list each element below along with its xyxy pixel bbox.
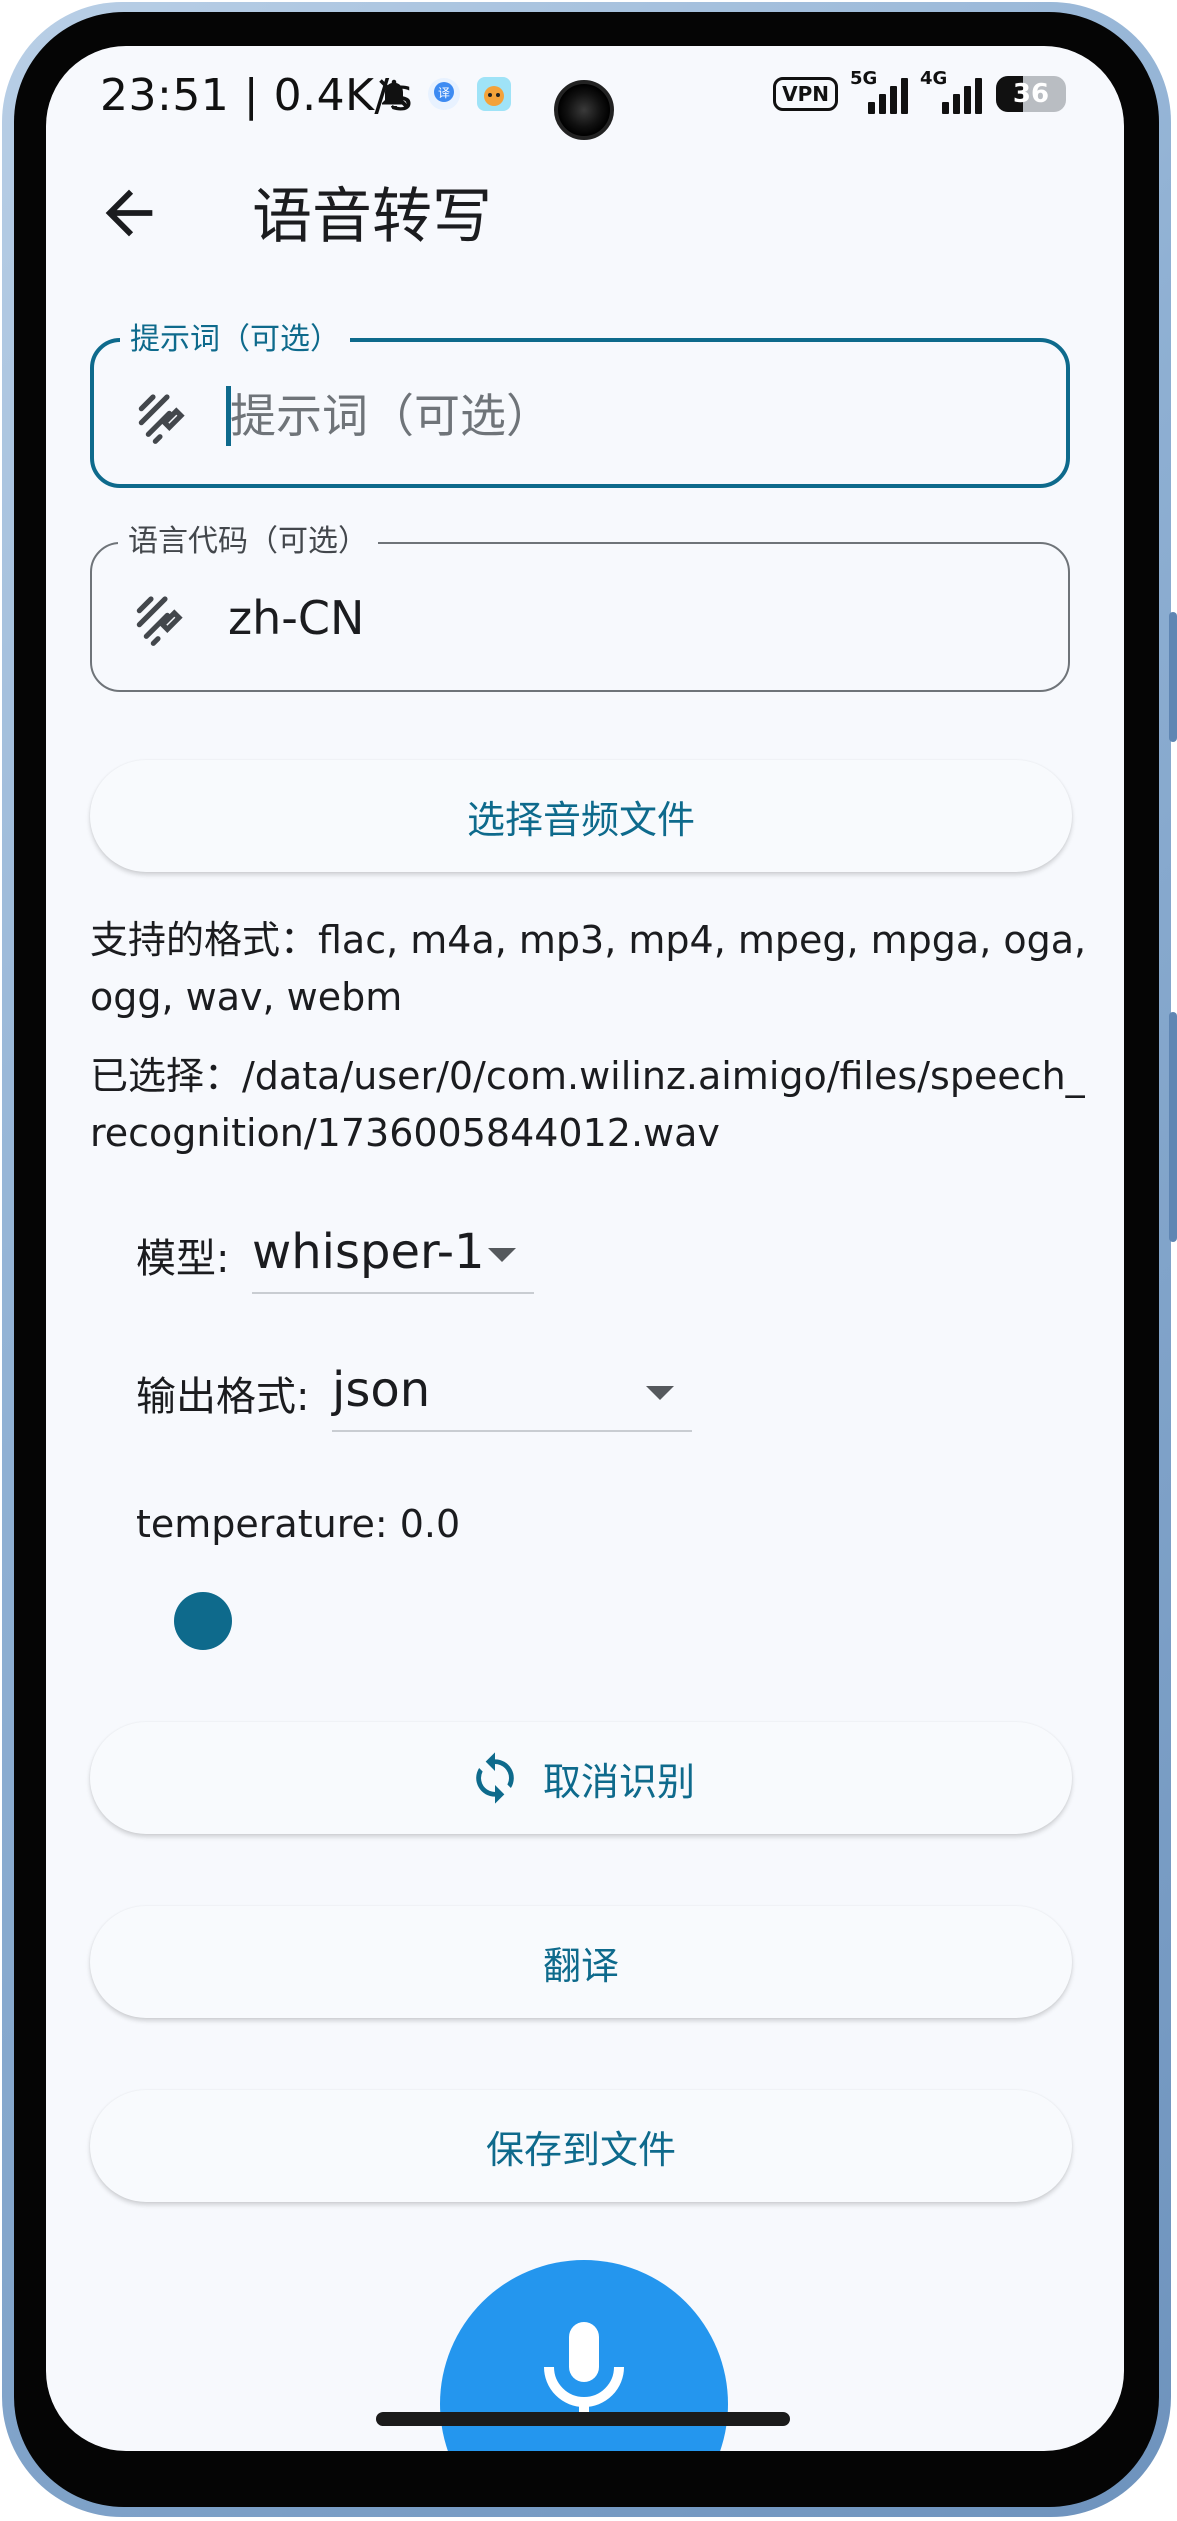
edit-note-icon (136, 596, 183, 646)
temperature-slider-thumb[interactable] (174, 1592, 232, 1650)
translate-button[interactable]: 翻译 (90, 1906, 1072, 2018)
prompt-input[interactable]: 提示词（可选） 提示词（可选） (90, 320, 1070, 488)
home-indicator[interactable] (376, 2412, 790, 2426)
output-format-label: 输出格式: (136, 1374, 310, 1420)
dropdown-arrow-icon (646, 1386, 674, 1400)
page-title: 语音转写 (252, 182, 492, 252)
model-value: whisper-1 (252, 1224, 485, 1280)
translate-label: 翻译 (542, 1943, 619, 1988)
power-button (1169, 1012, 1177, 1242)
status-time: 23:51 | 0.4K/s (100, 70, 414, 121)
arrow-left-icon[interactable] (94, 178, 164, 248)
status-right-icons: VPN 5G 4G 36 (773, 68, 1066, 114)
cat-app-icon (477, 77, 511, 111)
signal-icon: 5G (850, 68, 908, 114)
selected-file-text: 已选择：/data/user/0/com.wilinz.aimigo/files… (90, 1054, 1085, 1155)
model-dropdown[interactable]: whisper-1 (252, 1220, 534, 1294)
front-camera (554, 80, 614, 140)
supported-formats-text: 支持的格式：flac, m4a, mp3, mp4, mpeg, mpga, o… (90, 918, 1087, 1019)
cancel-recognition-button[interactable]: 取消识别 (90, 1722, 1072, 1834)
signal-icon: 4G (920, 68, 984, 114)
vpn-icon: VPN (773, 77, 838, 111)
select-audio-label: 选择音频文件 (466, 797, 695, 842)
battery-level: 36 (1012, 79, 1050, 109)
translate-app-icon: 译 (428, 78, 460, 110)
battery-icon: 36 (996, 76, 1066, 112)
prompt-label: 提示词（可选） (120, 320, 350, 360)
sync-icon (476, 1752, 514, 1804)
save-to-file-button[interactable]: 保存到文件 (90, 2090, 1072, 2202)
notification-icons: 译 (376, 76, 512, 112)
model-label: 模型: (136, 1236, 230, 1282)
sim2-generation: 4G (920, 68, 948, 89)
select-audio-button[interactable]: 选择音频文件 (90, 760, 1072, 872)
language-code-value: zh-CN (228, 591, 365, 645)
prompt-placeholder: 提示词（可选） (230, 389, 552, 443)
app-screen: 23:51 | 0.4K/s 译 VPN 5G 4G 36 语音转写 提示词（可… (46, 46, 1124, 2451)
temperature-label: temperature: 0.0 (136, 1502, 461, 1546)
volume-button (1169, 612, 1177, 742)
save-to-file-label: 保存到文件 (485, 2127, 676, 2172)
svg-text:译: 译 (438, 86, 450, 100)
edit-note-icon (138, 394, 185, 444)
language-code-input[interactable]: 语言代码（可选） zh-CN (90, 522, 1070, 692)
output-format-value: json (332, 1362, 431, 1418)
dropdown-arrow-icon (488, 1248, 516, 1262)
bell-off-icon (379, 79, 409, 109)
cancel-recognition-label: 取消识别 (542, 1759, 695, 1804)
language-code-label: 语言代码（可选） (118, 522, 378, 562)
sim1-generation: 5G (850, 68, 878, 89)
output-format-dropdown[interactable]: json (332, 1358, 692, 1432)
